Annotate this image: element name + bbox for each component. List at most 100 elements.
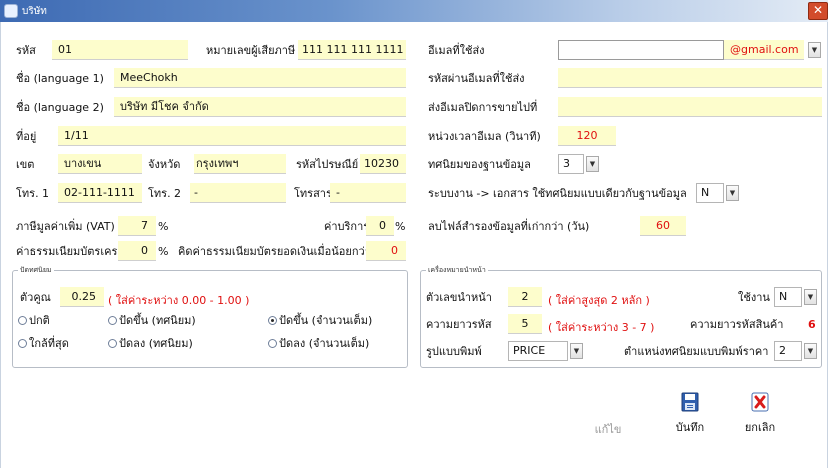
edit-button[interactable]: แก้ไข bbox=[588, 420, 628, 438]
close-button[interactable]: ✕ bbox=[808, 2, 828, 20]
round-nearest-radio[interactable]: ใกล้ที่สุด bbox=[18, 337, 69, 351]
use-label: ใช้งาน bbox=[738, 291, 770, 304]
prefix-hint: ( ใส่ค่าสูงสุด 2 หลัก ) bbox=[548, 294, 650, 307]
email-close-label: ส่งอีเมลปิดการขายไปที่ bbox=[428, 101, 538, 114]
round-up-integer-radio[interactable]: ปัดขึ้น (จำนวนเต็ม) bbox=[268, 314, 372, 328]
service-field[interactable]: 0 bbox=[366, 216, 394, 236]
use-dropdown-icon[interactable]: ▼ bbox=[804, 289, 817, 305]
name2-label: ชื่อ (language 2) bbox=[16, 101, 104, 114]
name2-field[interactable]: บริษัท มีโชค จำกัด bbox=[114, 97, 406, 117]
district-field[interactable]: บางเขน bbox=[58, 154, 142, 174]
app-icon bbox=[4, 4, 18, 18]
price-decimal-label: ตำแหน่งทศนิยมแบบพิมพ์ราคา bbox=[624, 345, 769, 358]
taxid-label: หมายเลขผู้เสียภาษี bbox=[206, 44, 296, 57]
radio-label: ปัดลง (ทศนิยม) bbox=[119, 337, 193, 350]
code-label: รหัส bbox=[16, 44, 36, 57]
cancel-button[interactable]: ยกเลิก bbox=[738, 392, 782, 436]
db-decimal-select[interactable]: 3 bbox=[558, 154, 584, 174]
service-percent: % bbox=[395, 220, 406, 233]
print-format-select[interactable]: PRICE bbox=[508, 341, 568, 361]
tel2-field[interactable]: - bbox=[190, 183, 286, 203]
postal-label: รหัสไปรษณีย์ bbox=[296, 158, 359, 171]
email-domain-field[interactable]: @gmail.com bbox=[724, 40, 804, 60]
radio-circle-icon bbox=[18, 339, 27, 348]
fax-label: โทรสาร bbox=[294, 187, 332, 200]
backup-label: ลบไฟล์สำรองข้อมูลที่เก่ากว่า (วัน) bbox=[428, 220, 590, 233]
radio-label: ปกติ bbox=[29, 314, 50, 327]
code-field[interactable]: 01 bbox=[52, 40, 188, 60]
floppy-disk-icon bbox=[681, 392, 699, 412]
province-field[interactable]: กรุงเทพฯ bbox=[194, 154, 286, 174]
db-decimal-dropdown-icon[interactable]: ▼ bbox=[586, 156, 599, 172]
price-decimal-dropdown-icon[interactable]: ▼ bbox=[804, 343, 817, 359]
minfee-label: คิดค่าธรรมเนียมบัตรยอดเงินเมื่อน้อยกว่า bbox=[178, 245, 371, 258]
radio-label: ใกล้ที่สุด bbox=[29, 337, 69, 350]
email-label: อีเมลที่ใช้ส่ง bbox=[428, 44, 485, 57]
db-decimal-label: ทศนิยมของฐานข้อมูล bbox=[428, 158, 531, 171]
prefix-label: ตัวเลขนำหน้า bbox=[426, 291, 492, 304]
vat-field[interactable]: 7 bbox=[118, 216, 156, 236]
radio-label: ปัดขึ้น (จำนวนเต็ม) bbox=[279, 314, 373, 327]
email-field[interactable] bbox=[558, 40, 724, 60]
round-up-decimal-radio[interactable]: ปัดขึ้น (ทศนิยม) bbox=[108, 314, 196, 328]
vat-label: ภาษีมูลค่าเพิ่ม (VAT) bbox=[16, 220, 115, 233]
print-format-dropdown-icon[interactable]: ▼ bbox=[570, 343, 583, 359]
multiplier-hint: ( ใส่ค่าระหว่าง 0.00 - 1.00 ) bbox=[108, 294, 250, 307]
email-password-label: รหัสผ่านอีเมลที่ใช้ส่ง bbox=[428, 72, 525, 85]
service-label: ค่าบริการ bbox=[324, 220, 370, 233]
tel1-label: โทร. 1 bbox=[16, 187, 50, 200]
taxid-field[interactable]: 111 111 111 1111 bbox=[298, 40, 406, 60]
cardfee-label: ค่าธรรมเนียมบัตรเครดิต bbox=[16, 245, 132, 258]
fax-field[interactable]: - bbox=[330, 183, 406, 203]
round-down-decimal-radio[interactable]: ปัดลง (ทศนิยม) bbox=[108, 337, 193, 351]
name1-label: ชื่อ (language 1) bbox=[16, 72, 104, 85]
prefix-field[interactable]: 2 bbox=[508, 287, 542, 307]
name1-field[interactable]: MeeChokh bbox=[114, 68, 406, 88]
email-delay-field[interactable]: 120 bbox=[558, 126, 616, 146]
product-length-label: ความยาวรหัสสินค้า bbox=[690, 318, 784, 331]
cardfee-percent: % bbox=[158, 245, 169, 258]
email-close-field[interactable] bbox=[558, 97, 822, 117]
address-field[interactable]: 1/11 bbox=[58, 126, 406, 146]
doc-decimal-select[interactable]: N bbox=[696, 183, 724, 203]
doc-decimal-label: ระบบงาน -> เอกสาร ใช้ทศนิยมแบบเดียวกับฐา… bbox=[428, 187, 687, 200]
save-button-label: บันทึก bbox=[675, 421, 705, 434]
district-label: เขต bbox=[16, 158, 35, 171]
vat-percent: % bbox=[158, 220, 169, 233]
length-hint: ( ใส่ค่าระหว่าง 3 - 7 ) bbox=[548, 321, 655, 334]
round-down-integer-radio[interactable]: ปัดลง (จำนวนเต็ม) bbox=[268, 337, 369, 351]
length-field[interactable]: 5 bbox=[508, 314, 542, 334]
print-format-label: รูปแบบพิมพ์ bbox=[426, 345, 482, 358]
rounding-group-title: ปัดทศนิยม bbox=[18, 266, 54, 275]
backup-field[interactable]: 60 bbox=[640, 216, 686, 236]
cancel-x-icon bbox=[751, 392, 769, 412]
price-decimal-select[interactable]: 2 bbox=[774, 341, 802, 361]
radio-circle-icon bbox=[108, 339, 117, 348]
title-bar bbox=[0, 0, 828, 22]
multiplier-field[interactable]: 0.25 bbox=[60, 287, 104, 307]
minfee-field[interactable]: 0 bbox=[366, 241, 406, 261]
radio-label: ปัดขึ้น (ทศนิยม) bbox=[119, 314, 196, 327]
email-domain-dropdown-icon[interactable]: ▼ bbox=[808, 42, 821, 58]
radio-circle-icon bbox=[18, 316, 27, 325]
doc-decimal-dropdown-icon[interactable]: ▼ bbox=[726, 185, 739, 201]
length-label: ความยาวรหัส bbox=[426, 318, 492, 331]
tel2-label: โทร. 2 bbox=[148, 187, 182, 200]
tel1-field[interactable]: 02-111-1111 bbox=[58, 183, 142, 203]
window-title: บริษัท bbox=[22, 6, 47, 17]
radio-circle-icon bbox=[108, 316, 117, 325]
radio-circle-icon bbox=[268, 339, 277, 348]
multiplier-label: ตัวคูณ bbox=[20, 291, 51, 304]
use-select[interactable]: N bbox=[774, 287, 802, 307]
prefix-group-title: เครื่องหมายนำหน้า bbox=[426, 266, 488, 275]
province-label: จังหวัด bbox=[148, 158, 181, 171]
email-password-field[interactable] bbox=[558, 68, 822, 88]
radio-label: ปัดลง (จำนวนเต็ม) bbox=[279, 337, 370, 350]
cancel-button-label: ยกเลิก bbox=[744, 421, 776, 434]
save-button[interactable]: บันทึก bbox=[668, 392, 712, 436]
product-length-value: 6 bbox=[808, 318, 816, 331]
round-normal-radio[interactable]: ปกติ bbox=[18, 314, 50, 328]
postal-field[interactable]: 10230 bbox=[360, 154, 406, 174]
address-label: ที่อยู่ bbox=[16, 130, 37, 143]
cardfee-field[interactable]: 0 bbox=[118, 241, 156, 261]
